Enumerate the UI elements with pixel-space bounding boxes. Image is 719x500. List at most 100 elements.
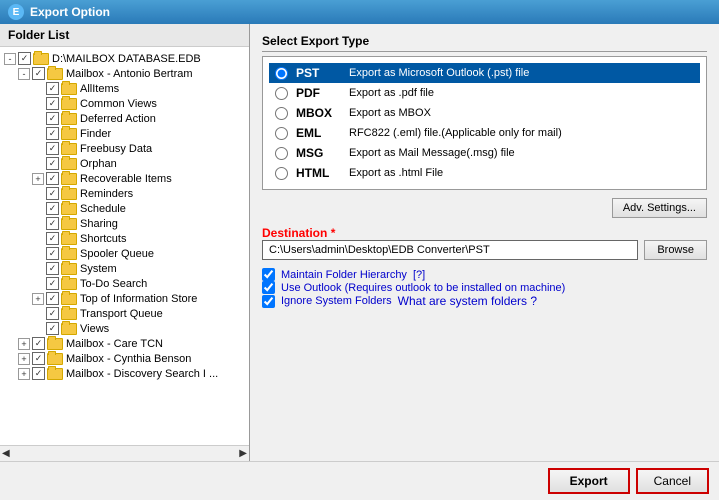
option-checkbox-ignore-system[interactable] (262, 295, 275, 308)
help-link-ignore-system[interactable]: What are system folders ? (398, 294, 537, 308)
checkbox-finder[interactable] (46, 127, 59, 140)
checkbox-sharing[interactable] (46, 217, 59, 230)
expand-btn-mailbox-care[interactable]: + (18, 338, 30, 350)
tree-item-sharing[interactable]: Sharing (0, 216, 249, 231)
radio-msg[interactable] (275, 147, 288, 160)
folder-icon-topinfo (61, 293, 77, 305)
radio-desc-pdf: Export as .pdf file (349, 87, 434, 99)
tree-label-finder: Finder (80, 128, 111, 140)
nav-left-arrow[interactable]: ◀ (2, 448, 10, 459)
folder-icon-mailbox-care (47, 338, 63, 350)
radio-mbox[interactable] (275, 107, 288, 120)
expand-btn-mailbox-antonio[interactable]: - (18, 68, 30, 80)
checkbox-recoverable[interactable] (46, 172, 59, 185)
folder-icon-todo (61, 278, 77, 290)
folder-icon-spooler (61, 248, 77, 260)
checkbox-system[interactable] (46, 262, 59, 275)
radio-label-msg: MSG (296, 146, 341, 160)
tree-item-finder[interactable]: Finder (0, 126, 249, 141)
checkbox-deferred-action[interactable] (46, 112, 59, 125)
export-type-pst[interactable]: PSTExport as Microsoft Outlook (.pst) fi… (269, 63, 700, 83)
option-label-use-outlook: Use Outlook (Requires outlook to be inst… (281, 282, 565, 294)
tree-label-allitems: AllItems (80, 83, 119, 95)
checkbox-mailbox-discovery[interactable] (32, 367, 45, 380)
option-row-ignore-system: Ignore System Folders What are system fo… (262, 294, 707, 308)
checkbox-schedule[interactable] (46, 202, 59, 215)
export-type-msg[interactable]: MSGExport as Mail Message(.msg) file (269, 143, 700, 163)
folder-icon-schedule (61, 203, 77, 215)
checkbox-reminders[interactable] (46, 187, 59, 200)
checkbox-shortcuts[interactable] (46, 232, 59, 245)
help-bracket-maintain-folder[interactable]: [?] (413, 269, 425, 281)
tree-label-schedule: Schedule (80, 203, 126, 215)
tree-item-allitems[interactable]: AllItems (0, 81, 249, 96)
expand-btn-mailbox-discovery[interactable]: + (18, 368, 30, 380)
checkbox-topinfo[interactable] (46, 292, 59, 305)
tree-item-freebusy[interactable]: Freebusy Data (0, 141, 249, 156)
radio-pst[interactable] (275, 67, 288, 80)
checkbox-mailbox-antonio[interactable] (32, 67, 45, 80)
tree-item-mailbox-cynthia[interactable]: +Mailbox - Cynthia Benson (0, 351, 249, 366)
content-row: Folder List -D:\MAILBOX DATABASE.EDB-Mai… (0, 24, 719, 461)
adv-settings-button[interactable]: Adv. Settings... (612, 198, 707, 218)
checkbox-spooler[interactable] (46, 247, 59, 260)
checkbox-root[interactable] (18, 52, 31, 65)
tree-item-common-views[interactable]: Common Views (0, 96, 249, 111)
option-checkbox-use-outlook[interactable] (262, 281, 275, 294)
bottom-bar: Export Cancel (0, 461, 719, 500)
expand-btn-root[interactable]: - (4, 53, 16, 65)
tree-container[interactable]: -D:\MAILBOX DATABASE.EDB-Mailbox - Anton… (0, 47, 249, 445)
checkbox-transport[interactable] (46, 307, 59, 320)
checkbox-views[interactable] (46, 322, 59, 335)
export-type-pdf[interactable]: PDFExport as .pdf file (269, 83, 700, 103)
radio-html[interactable] (275, 167, 288, 180)
radio-pdf[interactable] (275, 87, 288, 100)
cancel-button[interactable]: Cancel (636, 468, 709, 494)
folder-icon-recoverable (61, 173, 77, 185)
tree-item-mailbox-discovery[interactable]: +Mailbox - Discovery Search I ... (0, 366, 249, 381)
tree-item-recoverable[interactable]: +Recoverable Items (0, 171, 249, 186)
tree-item-schedule[interactable]: Schedule (0, 201, 249, 216)
checkbox-orphan[interactable] (46, 157, 59, 170)
option-checkbox-maintain-folder[interactable] (262, 268, 275, 281)
destination-label: Destination * (262, 226, 707, 240)
folder-icon-orphan (61, 158, 77, 170)
tree-label-sharing: Sharing (80, 218, 118, 230)
tree-item-topinfo[interactable]: +Top of Information Store (0, 291, 249, 306)
checkbox-allitems[interactable] (46, 82, 59, 95)
radio-label-eml: EML (296, 126, 341, 140)
tree-item-root[interactable]: -D:\MAILBOX DATABASE.EDB (0, 51, 249, 66)
export-type-mbox[interactable]: MBOXExport as MBOX (269, 103, 700, 123)
browse-button[interactable]: Browse (644, 240, 707, 260)
tree-item-system[interactable]: System (0, 261, 249, 276)
radio-eml[interactable] (275, 127, 288, 140)
folder-icon-deferred-action (61, 113, 77, 125)
tree-item-todo[interactable]: To-Do Search (0, 276, 249, 291)
tree-item-views[interactable]: Views (0, 321, 249, 336)
tree-item-mailbox-antonio[interactable]: -Mailbox - Antonio Bertram (0, 66, 249, 81)
checkbox-common-views[interactable] (46, 97, 59, 110)
radio-label-mbox: MBOX (296, 106, 341, 120)
expand-btn-recoverable[interactable]: + (32, 173, 44, 185)
tree-item-transport[interactable]: Transport Queue (0, 306, 249, 321)
export-type-eml[interactable]: EMLRFC822 (.eml) file.(Applicable only f… (269, 123, 700, 143)
tree-item-deferred-action[interactable]: Deferred Action (0, 111, 249, 126)
folder-icon-freebusy (61, 143, 77, 155)
expand-btn-mailbox-cynthia[interactable]: + (18, 353, 30, 365)
tree-item-orphan[interactable]: Orphan (0, 156, 249, 171)
export-type-html[interactable]: HTMLExport as .html File (269, 163, 700, 183)
right-panel: Select Export Type PSTExport as Microsof… (250, 24, 719, 461)
checkbox-todo[interactable] (46, 277, 59, 290)
checkbox-mailbox-cynthia[interactable] (32, 352, 45, 365)
destination-input[interactable] (262, 240, 638, 260)
tree-label-common-views: Common Views (80, 98, 157, 110)
checkbox-mailbox-care[interactable] (32, 337, 45, 350)
expand-btn-topinfo[interactable]: + (32, 293, 44, 305)
tree-item-reminders[interactable]: Reminders (0, 186, 249, 201)
tree-item-spooler[interactable]: Spooler Queue (0, 246, 249, 261)
tree-item-mailbox-care[interactable]: +Mailbox - Care TCN (0, 336, 249, 351)
nav-right-arrow[interactable]: ▶ (239, 448, 247, 459)
checkbox-freebusy[interactable] (46, 142, 59, 155)
tree-item-shortcuts[interactable]: Shortcuts (0, 231, 249, 246)
export-button[interactable]: Export (548, 468, 630, 494)
